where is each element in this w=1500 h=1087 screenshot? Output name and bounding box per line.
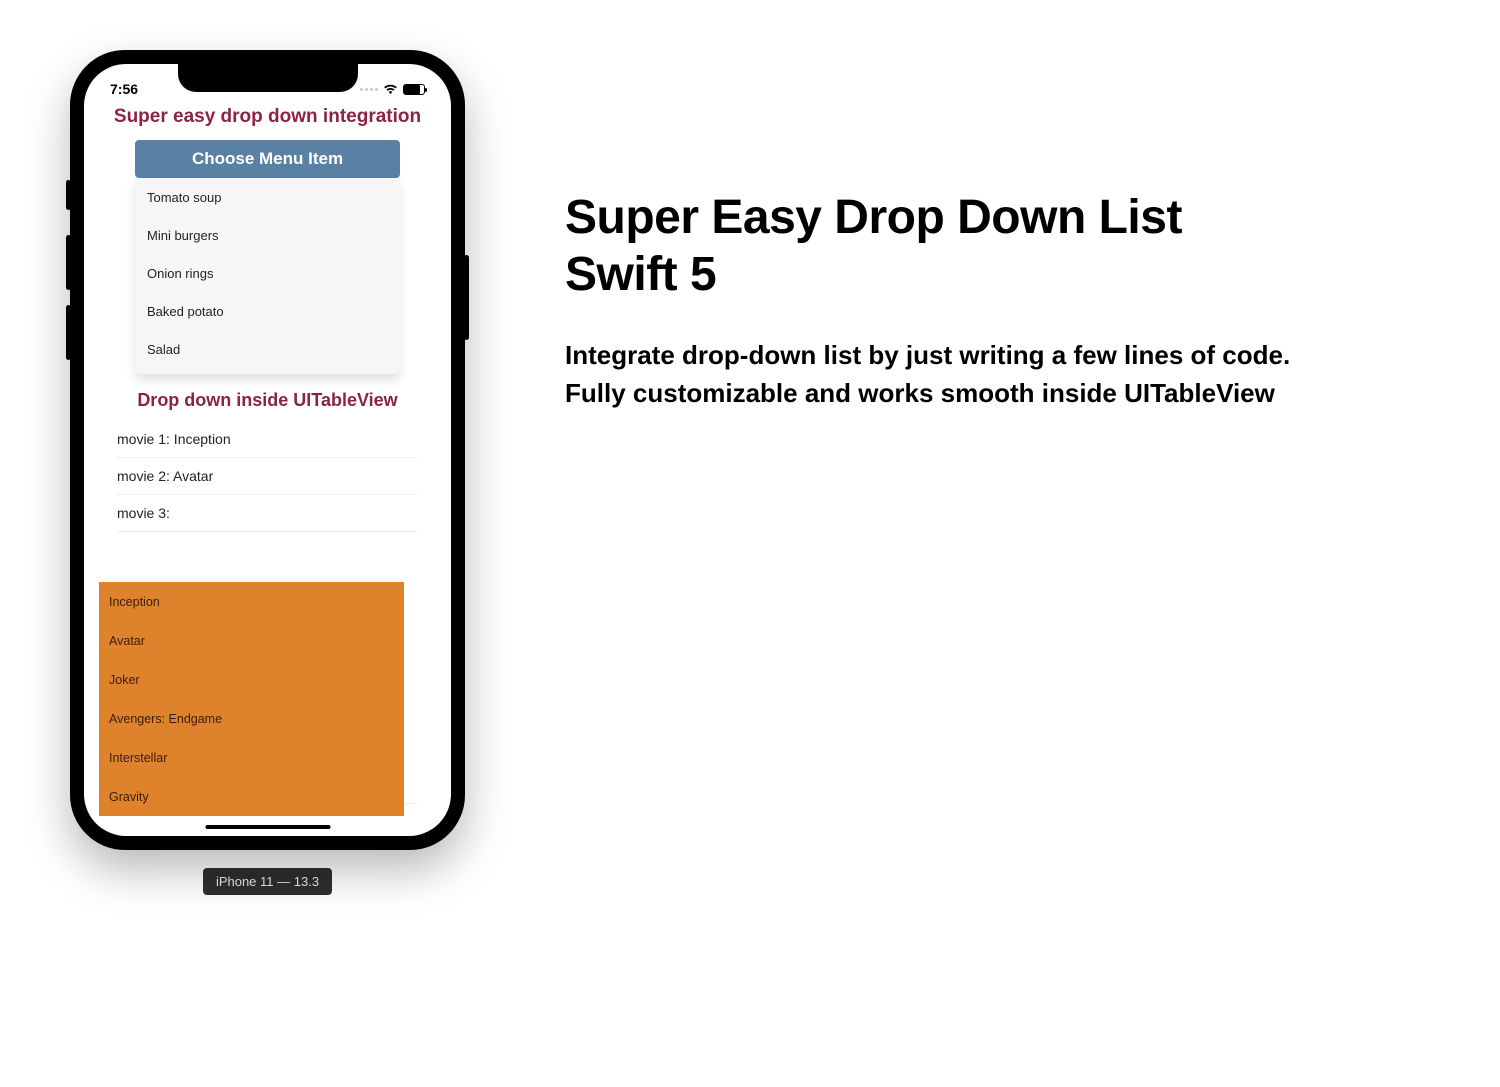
- menu-item[interactable]: Onion rings: [135, 254, 400, 292]
- menu-item[interactable]: Tomato soup: [135, 178, 400, 216]
- choose-menu-button[interactable]: Choose Menu Item: [135, 140, 400, 178]
- menu-dropdown-list: Tomato soup Mini burgers Onion rings Bak…: [135, 178, 400, 374]
- device-column: 7:56 Super easy drop down integration Ch…: [70, 50, 465, 895]
- notch: [178, 64, 358, 92]
- status-icons: [360, 84, 425, 95]
- table-row[interactable]: movie 3:: [117, 495, 418, 532]
- text-column: Super Easy Drop Down List Swift 5 Integr…: [565, 50, 1290, 895]
- simulator-label: iPhone 11 — 13.3: [203, 868, 332, 895]
- menu-item[interactable]: Baked potato: [135, 292, 400, 330]
- battery-icon: [403, 84, 425, 95]
- desc-line-1: Integrate drop-down list by just writing…: [565, 337, 1290, 375]
- heading-line-1: Super Easy Drop Down List: [565, 190, 1290, 247]
- movie-option[interactable]: Avatar: [99, 621, 404, 660]
- wifi-icon: [383, 84, 398, 95]
- iphone-frame: 7:56 Super easy drop down integration Ch…: [70, 50, 465, 850]
- desc-line-2: Fully customizable and works smooth insi…: [565, 375, 1290, 413]
- movie-option[interactable]: Interstellar: [99, 738, 404, 777]
- screen: 7:56 Super easy drop down integration Ch…: [84, 64, 451, 836]
- movie-option[interactable]: Gravity: [99, 777, 404, 816]
- movie-option[interactable]: Inception: [99, 582, 404, 621]
- section-title-1: Super easy drop down integration: [99, 106, 436, 128]
- section-title-2: Drop down inside UITableView: [99, 390, 436, 411]
- menu-item[interactable]: Salad: [135, 330, 400, 368]
- movie-dropdown-list: Inception Avatar Joker Avengers: Endgame…: [99, 582, 404, 816]
- page-description: Integrate drop-down list by just writing…: [565, 337, 1290, 412]
- table-row[interactable]: movie 1: Inception: [117, 421, 418, 458]
- home-indicator: [205, 825, 330, 829]
- cellular-icon: [360, 88, 378, 91]
- status-time: 7:56: [110, 81, 138, 97]
- movie-option[interactable]: Avengers: Endgame: [99, 699, 404, 738]
- heading-line-2: Swift 5: [565, 247, 1290, 304]
- menu-item[interactable]: Mini burgers: [135, 216, 400, 254]
- movie-option[interactable]: Joker: [99, 660, 404, 699]
- table-row[interactable]: movie 2: Avatar: [117, 458, 418, 495]
- page-title: Super Easy Drop Down List Swift 5: [565, 190, 1290, 303]
